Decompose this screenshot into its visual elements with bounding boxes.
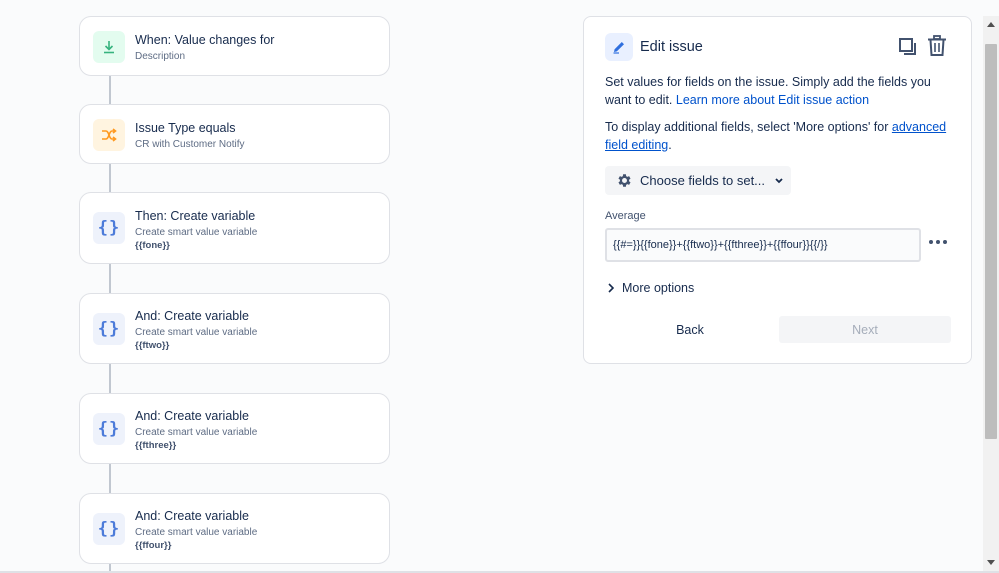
- action-subtitle: Create smart value variable: [135, 327, 258, 338]
- more-actions-icon[interactable]: [928, 234, 948, 250]
- braces-icon: {}: [93, 212, 125, 244]
- trigger-title: When: Value changes for: [135, 33, 275, 47]
- copy-icon[interactable]: [898, 37, 918, 62]
- chevron-down-icon: [774, 177, 784, 185]
- action-card[interactable]: {} And: Create variable Create smart val…: [79, 293, 390, 364]
- choose-fields-label: Choose fields to set...: [640, 173, 766, 188]
- rule-chain: When: Value changes for Description Issu…: [0, 0, 560, 573]
- display-fields-note: To display additional fields, select 'Mo…: [605, 120, 947, 152]
- action-title: And: Create variable: [135, 509, 249, 523]
- average-field-input[interactable]: [605, 228, 921, 262]
- panel-title: Edit issue: [640, 39, 703, 55]
- next-button[interactable]: Next: [779, 316, 951, 343]
- more-options-label: More options: [622, 281, 695, 295]
- action-variable: {{ftwo}}: [135, 340, 170, 351]
- shuffle-icon: [93, 119, 125, 151]
- trigger-card[interactable]: When: Value changes for Description: [79, 16, 390, 76]
- action-variable: {{fthree}}: [135, 440, 177, 451]
- trigger-subtitle: Description: [135, 51, 186, 62]
- action-title: And: Create variable: [135, 309, 249, 323]
- panel-description: Set values for fields on the issue. Simp…: [605, 75, 931, 107]
- scrollbar-thumb[interactable]: [985, 44, 997, 439]
- download-arrow-icon: [93, 31, 125, 63]
- action-card[interactable]: {} And: Create variable Create smart val…: [79, 493, 390, 564]
- pencil-icon: [605, 33, 633, 61]
- edit-issue-panel: Edit issue Set values for fields on the …: [583, 16, 972, 364]
- vertical-scrollbar[interactable]: [983, 16, 999, 573]
- braces-icon: {}: [93, 313, 125, 345]
- connector-line: [109, 264, 111, 293]
- connector-line: [109, 164, 111, 192]
- action-variable: {{fone}}: [135, 240, 170, 251]
- chevron-right-icon: [608, 283, 614, 293]
- condition-card[interactable]: Issue Type equals CR with Customer Notif…: [79, 104, 390, 164]
- average-field-label: Average: [605, 210, 646, 222]
- back-button[interactable]: Back: [605, 316, 775, 343]
- more-options-toggle[interactable]: More options: [608, 281, 694, 295]
- connector-line: [109, 364, 111, 393]
- choose-fields-button[interactable]: Choose fields to set...: [605, 166, 791, 195]
- action-title: Then: Create variable: [135, 209, 256, 223]
- connector-line: [109, 464, 111, 493]
- scroll-down-arrow-icon[interactable]: [983, 555, 999, 571]
- action-card[interactable]: {} Then: Create variable Create smart va…: [79, 192, 390, 264]
- braces-icon: {}: [93, 413, 125, 445]
- gear-icon: [616, 172, 633, 189]
- condition-title: Issue Type equals: [135, 121, 236, 135]
- learn-more-link[interactable]: Learn more about Edit issue action: [676, 93, 869, 107]
- condition-subtitle: CR with Customer Notify: [135, 139, 245, 150]
- action-title: And: Create variable: [135, 409, 249, 423]
- connector-line: [109, 76, 111, 104]
- trash-icon[interactable]: [927, 35, 947, 62]
- action-subtitle: Create smart value variable: [135, 427, 258, 438]
- action-variable: {{ffour}}: [135, 540, 172, 551]
- braces-icon: {}: [93, 513, 125, 545]
- action-card[interactable]: {} And: Create variable Create smart val…: [79, 393, 390, 464]
- action-subtitle: Create smart value variable: [135, 227, 258, 238]
- action-subtitle: Create smart value variable: [135, 527, 258, 538]
- scroll-up-arrow-icon[interactable]: [983, 16, 999, 32]
